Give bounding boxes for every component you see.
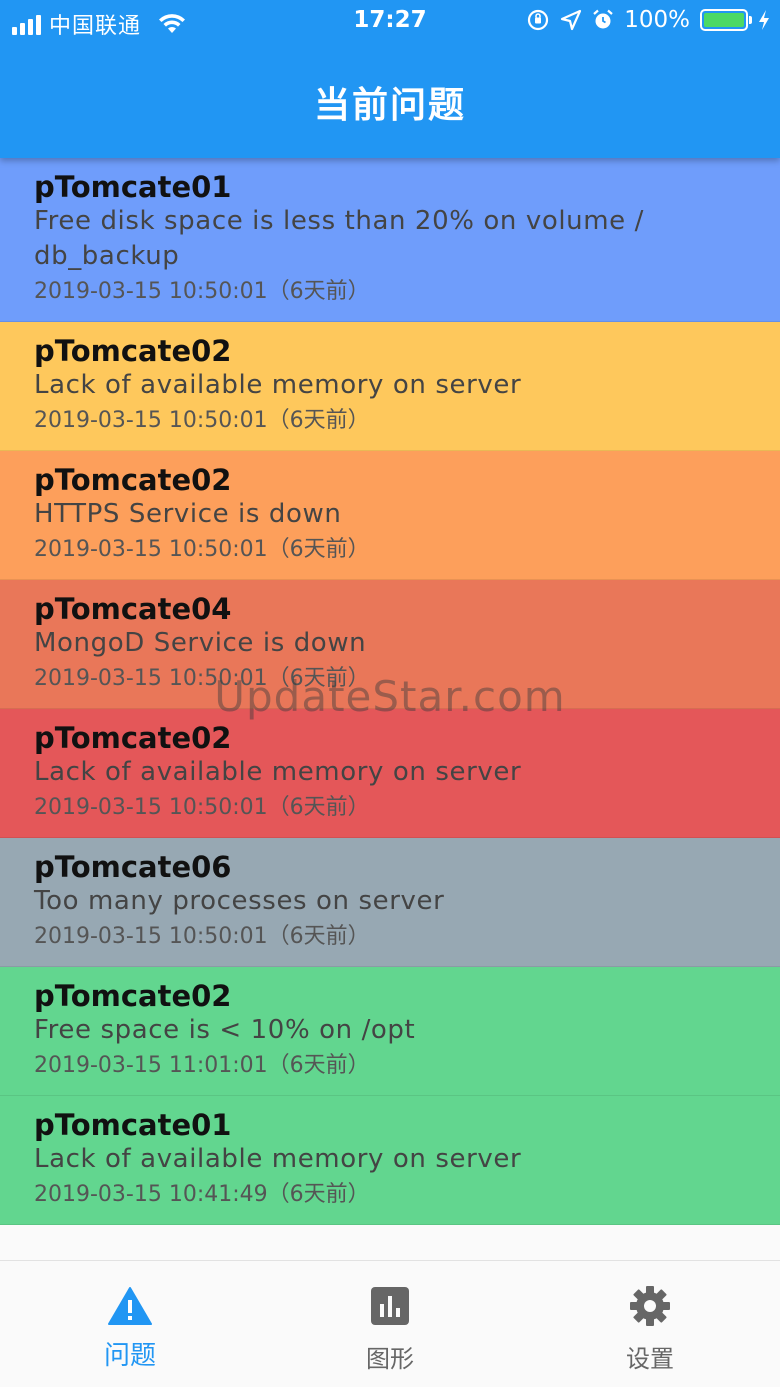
issue-message: Too many processes on server: [34, 886, 445, 916]
gear-icon: [627, 1283, 673, 1329]
issue-time: 2019-03-15 10:50:01（6天前）: [34, 795, 370, 820]
issue-time: 2019-03-15 10:50:01（6天前）: [34, 924, 370, 949]
battery-icon: [700, 9, 752, 31]
issue-list: pTomcate01 Free disk space is less than 2…: [0, 158, 780, 1225]
issue-host: pTomcate02: [34, 979, 232, 1013]
issue-row[interactable]: pTomcate02 Lack of available memory on se…: [0, 709, 780, 838]
page-title: 当前问题: [313, 85, 466, 126]
alarm-icon: [593, 9, 613, 29]
bar-chart-icon: [367, 1283, 413, 1329]
issue-row[interactable]: pTomcate01 Free disk space is less than 2…: [0, 158, 780, 322]
warning-icon: [107, 1283, 153, 1329]
issue-time: 2019-03-15 11:01:01（6天前）: [34, 1053, 370, 1078]
issue-row[interactable]: pTomcate01 Lack of available memory on se…: [0, 1096, 780, 1225]
issue-message: Lack of available memory on server: [34, 757, 522, 787]
issue-row[interactable]: pTomcate06 Too many processes on server 20…: [0, 838, 780, 967]
issue-time: 2019-03-15 10:50:01（6天前）: [34, 537, 370, 562]
issue-host: pTomcate01: [34, 170, 232, 204]
tab-settings[interactable]: 设置: [520, 1261, 780, 1387]
tab-charts[interactable]: 图形: [260, 1261, 520, 1387]
issue-message: Lack of available memory on server: [34, 370, 522, 400]
issue-message: Free space is < 10% on /opt: [34, 1015, 416, 1045]
issue-host: pTomcate02: [34, 721, 232, 755]
issue-message: HTTPS Service is down: [34, 499, 342, 529]
issue-time: 2019-03-15 10:50:01（6天前）: [34, 408, 370, 433]
battery-percentage: 100%: [624, 7, 690, 33]
issue-host: pTomcate02: [34, 334, 232, 368]
issue-row[interactable]: pTomcate04 MongoD Service is down 2019-03-…: [0, 580, 780, 709]
issue-host: pTomcate02: [34, 463, 232, 497]
issue-host: pTomcate06: [34, 850, 232, 884]
location-arrow-icon: [561, 9, 582, 31]
orientation-lock-icon: [528, 9, 549, 31]
issue-time: 2019-03-15 10:50:01（6天前）: [34, 279, 370, 304]
issue-message: MongoD Service is down: [34, 628, 367, 658]
issue-message: Free disk space is less than 20% on volu…: [34, 206, 644, 271]
tab-settings-label: 设置: [626, 1345, 674, 1373]
app-screen: 中国联通 17:27 100% 当前问题 pTomcate01 Free dis…: [0, 0, 780, 1387]
header: 中国联通 17:27 100% 当前问题: [0, 0, 780, 158]
issue-host: pTomcate01: [34, 1108, 232, 1142]
status-bar: 中国联通 17:27 100%: [0, 0, 780, 44]
issue-row[interactable]: pTomcate02 Lack of available memory on se…: [0, 322, 780, 451]
tab-issues[interactable]: 问题: [0, 1261, 260, 1387]
issue-row[interactable]: pTomcate02 HTTPS Service is down 2019-03-1…: [0, 451, 780, 580]
tab-charts-label: 图形: [366, 1345, 414, 1373]
issue-message: Lack of available memory on server: [34, 1144, 522, 1174]
issue-time: 2019-03-15 10:50:01（6天前）: [34, 666, 370, 691]
issue-time: 2019-03-15 10:41:49（6天前）: [34, 1182, 370, 1207]
bottom-nav: 问题 图形 设置: [0, 1260, 780, 1387]
issue-host: pTomcate04: [34, 592, 232, 626]
issue-row[interactable]: pTomcate02 Free space is < 10% on /opt 201…: [0, 967, 780, 1096]
status-bar-right: 100%: [526, 7, 770, 33]
charging-bolt-icon: [759, 10, 769, 30]
tab-issues-label: 问题: [103, 1341, 156, 1371]
